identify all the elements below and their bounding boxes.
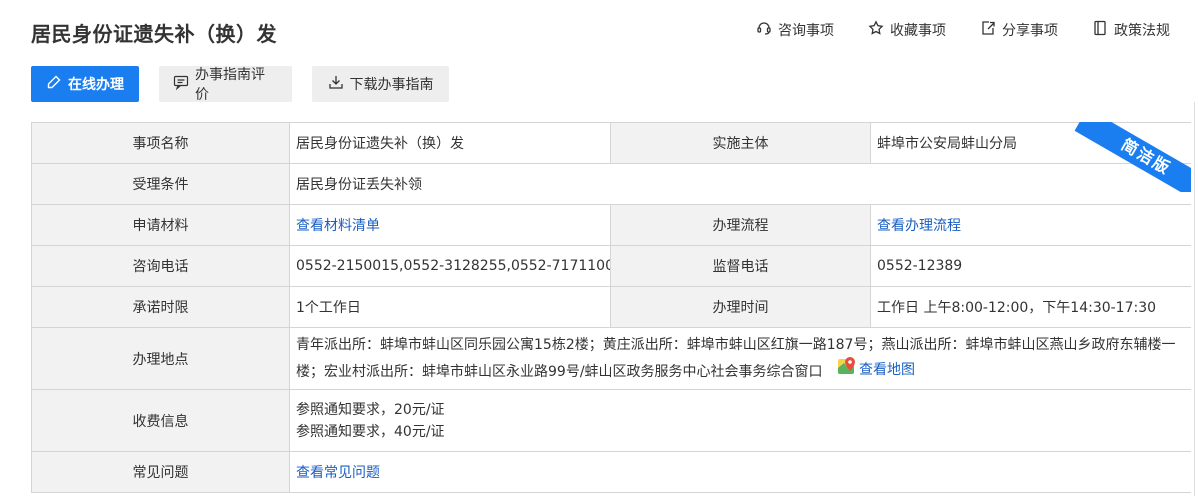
item-name-value: 居民身份证遗失补（换）发: [289, 122, 611, 164]
share-icon: [980, 20, 996, 40]
fee-cell: 参照通知要求，20元/证 参照通知要求，40元/证: [289, 389, 1191, 452]
table-row: 申请材料 查看材料清单 办理流程 查看办理流程: [31, 204, 1191, 246]
policy-label: 政策法规: [1114, 23, 1170, 39]
view-map-label: 查看地图: [858, 361, 915, 378]
item-name-label: 事项名称: [31, 122, 290, 164]
map-pin-icon: [837, 356, 857, 383]
location-label: 办理地点: [31, 327, 290, 390]
policy-action[interactable]: 政策法规: [1092, 20, 1170, 40]
hours-value: 工作日 上午8:00-12:00，下午14:30-17:30: [870, 286, 1191, 328]
favorite-action[interactable]: 收藏事项: [868, 20, 946, 40]
favorite-label: 收藏事项: [890, 23, 946, 39]
share-action[interactable]: 分享事项: [980, 20, 1058, 40]
phone-label: 咨询电话: [31, 245, 290, 287]
condition-value: 居民身份证丢失补领: [289, 163, 1191, 205]
download-guide-button[interactable]: 下载办事指南: [312, 66, 449, 102]
fee-line-1: 参照通知要求，20元/证: [296, 401, 445, 418]
page-title: 居民身份证遗失补（换）发: [31, 22, 277, 46]
info-table-wrapper: 事项名称 居民身份证遗失补（换）发 实施主体 蚌埠市公安局蚌山分局 受理条件 居…: [31, 122, 1191, 493]
guide-evaluate-label: 办事指南评价: [195, 67, 265, 103]
fee-line-2: 参照通知要求，40元/证: [296, 423, 445, 440]
table-row: 办理地点 青年派出所：蚌埠市蚌山区同乐园公寓15栋2楼；黄庄派出所：蚌埠市蚌山区…: [31, 327, 1191, 390]
top-actions: 咨询事项 收藏事项 分享事项 政策法规: [756, 20, 1170, 40]
online-handle-label: 在线办理: [68, 77, 124, 93]
online-handle-button[interactable]: 在线办理: [31, 66, 139, 102]
condition-label: 受理条件: [31, 163, 290, 205]
faq-link[interactable]: 查看常见问题: [296, 465, 380, 481]
view-map-link[interactable]: 查看地图: [837, 356, 915, 383]
supervise-value: 0552-12389: [870, 245, 1191, 287]
location-value: 青年派出所：蚌埠市蚌山区同乐园公寓15栋2楼；黄庄派出所：蚌埠市蚌山区红旗一路1…: [296, 337, 1176, 380]
time-limit-label: 承诺时限: [31, 286, 290, 328]
subject-value: 蚌埠市公安局蚌山分局: [870, 122, 1191, 164]
consult-icon: [756, 20, 772, 40]
faq-label: 常见问题: [31, 451, 290, 493]
hours-label: 办理时间: [610, 286, 871, 328]
table-row: 事项名称 居民身份证遗失补（换）发 实施主体 蚌埠市公安局蚌山分局: [31, 122, 1191, 164]
guide-evaluate-button[interactable]: 办事指南评价: [159, 66, 292, 103]
action-buttons: 在线办理 办事指南评价 下载办事指南: [31, 66, 449, 103]
material-list-link[interactable]: 查看材料清单: [296, 218, 380, 234]
policy-icon: [1092, 20, 1108, 40]
subject-label: 实施主体: [610, 122, 871, 164]
process-link[interactable]: 查看办理流程: [877, 218, 961, 234]
edit-icon: [46, 74, 62, 94]
table-row: 受理条件 居民身份证丢失补领: [31, 163, 1191, 205]
phone-value: 0552-2150015,0552-3128255,0552-7171100..…: [289, 245, 611, 287]
consult-label: 咨询事项: [778, 23, 834, 39]
fee-label: 收费信息: [31, 389, 290, 452]
location-cell: 青年派出所：蚌埠市蚌山区同乐园公寓15栋2楼；黄庄派出所：蚌埠市蚌山区红旗一路1…: [289, 327, 1191, 390]
comment-icon: [173, 74, 189, 94]
table-row: 收费信息 参照通知要求，20元/证 参照通知要求，40元/证: [31, 389, 1191, 452]
download-guide-label: 下载办事指南: [349, 77, 434, 93]
process-label: 办理流程: [610, 204, 871, 246]
time-limit-value: 1个工作日: [289, 286, 611, 328]
star-icon: [868, 20, 884, 40]
consult-action[interactable]: 咨询事项: [756, 20, 834, 40]
table-row: 咨询电话 0552-2150015,0552-3128255,0552-7171…: [31, 245, 1191, 287]
share-label: 分享事项: [1002, 23, 1058, 39]
material-label: 申请材料: [31, 204, 290, 246]
download-icon: [328, 74, 344, 94]
table-row: 常见问题 查看常见问题: [31, 451, 1191, 493]
supervise-label: 监督电话: [610, 245, 871, 287]
table-row: 承诺时限 1个工作日 办理时间 工作日 上午8:00-12:00，下午14:30…: [31, 286, 1191, 328]
info-table: 事项名称 居民身份证遗失补（换）发 实施主体 蚌埠市公安局蚌山分局 受理条件 居…: [31, 122, 1191, 493]
panel-border: [1194, 102, 1195, 496]
